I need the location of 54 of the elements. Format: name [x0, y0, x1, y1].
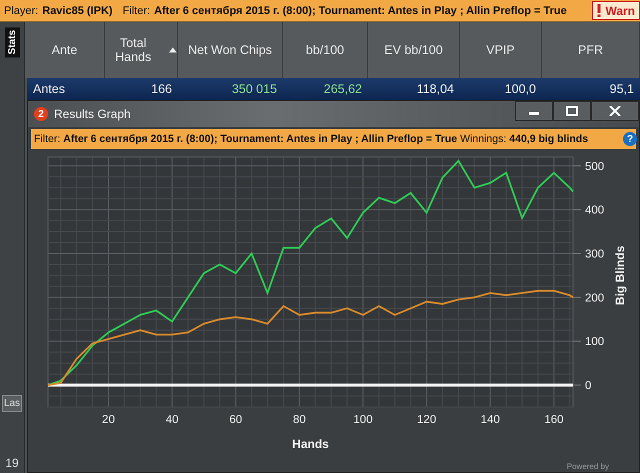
x-axis-title: Hands [292, 437, 329, 451]
close-button[interactable] [591, 101, 639, 121]
y-tick-label: 0 [585, 380, 592, 392]
minimize-button[interactable] [515, 101, 553, 121]
x-tick-label: 120 [417, 414, 436, 426]
y-axis-title: Big Blinds [613, 246, 627, 306]
column-label: VPIP [486, 43, 515, 57]
input-field[interactable]: Las [2, 395, 22, 412]
exclamation-icon [597, 4, 602, 17]
y-tick-label: 500 [585, 160, 604, 173]
player-label: Player: [4, 4, 38, 16]
x-tick-label: 80 [292, 414, 306, 426]
warning-button[interactable]: Warn [592, 1, 640, 20]
table-cell-text: 118,04 [416, 82, 455, 96]
y-tick-label: 100 [585, 336, 604, 348]
table-row[interactable]: Antes 166 350 015 265,62 118,04 100,0 95,1 [27, 78, 640, 100]
x-tick-label: 20 [102, 414, 115, 426]
column-label: PFR [578, 43, 603, 57]
close-icon [609, 106, 621, 116]
row-number: 19 [5, 456, 19, 470]
column-label: Net Won Chips [188, 43, 272, 57]
table-cell-text: 265,62 [322, 82, 363, 96]
table-cell-text: 95,1 [608, 82, 635, 96]
maximize-icon [566, 106, 578, 116]
stats-tab[interactable]: Stats [4, 27, 20, 58]
winnings-value: 440,9 big blinds [509, 133, 588, 145]
filter-text: After 6 сентября 2015 г. (8:00); Tournament: Antes in Play ; Allin Preflop = True [154, 4, 567, 16]
table-cell-text: 100,0 [504, 82, 537, 96]
column-label: Ante [52, 43, 78, 57]
filter-label: Filter: [122, 4, 150, 16]
player-name: Ravic85 (IPK) [42, 4, 113, 16]
y-tick-label: 200 [585, 292, 604, 304]
x-tick-label: 100 [353, 414, 373, 426]
help-button[interactable]: ? [623, 132, 637, 146]
maximize-button[interactable] [553, 101, 591, 121]
column-label: EV bb/100 [384, 43, 443, 57]
x-tick-label: 60 [229, 414, 242, 426]
filter-text: After 6 сентября 2015 г. (8:00); Tournament: Antes in Play ; Allin Preflop = True [63, 133, 458, 145]
x-tick-label: 140 [480, 414, 500, 426]
table-cell-text: 166 [150, 82, 173, 96]
table-cell-text: 350 015 [230, 82, 278, 96]
x-tick-label: 160 [544, 414, 564, 426]
x-tick-label: 40 [166, 414, 178, 426]
column-label: Total Hands [114, 36, 152, 64]
table-cell-text: Antes [32, 82, 66, 96]
window-title: Results Graph [54, 107, 131, 121]
powered-by-text: Powered by [566, 462, 609, 471]
winnings-label: Winnings: [460, 133, 506, 145]
warning-label: Warn [605, 4, 635, 18]
y-tick-label: 300 [585, 248, 604, 260]
filter-label: Filter: [34, 133, 60, 145]
app-badge: 2 [34, 107, 48, 121]
y-tick-label: 400 [585, 204, 604, 217]
column-label: bb/100 [306, 43, 344, 57]
